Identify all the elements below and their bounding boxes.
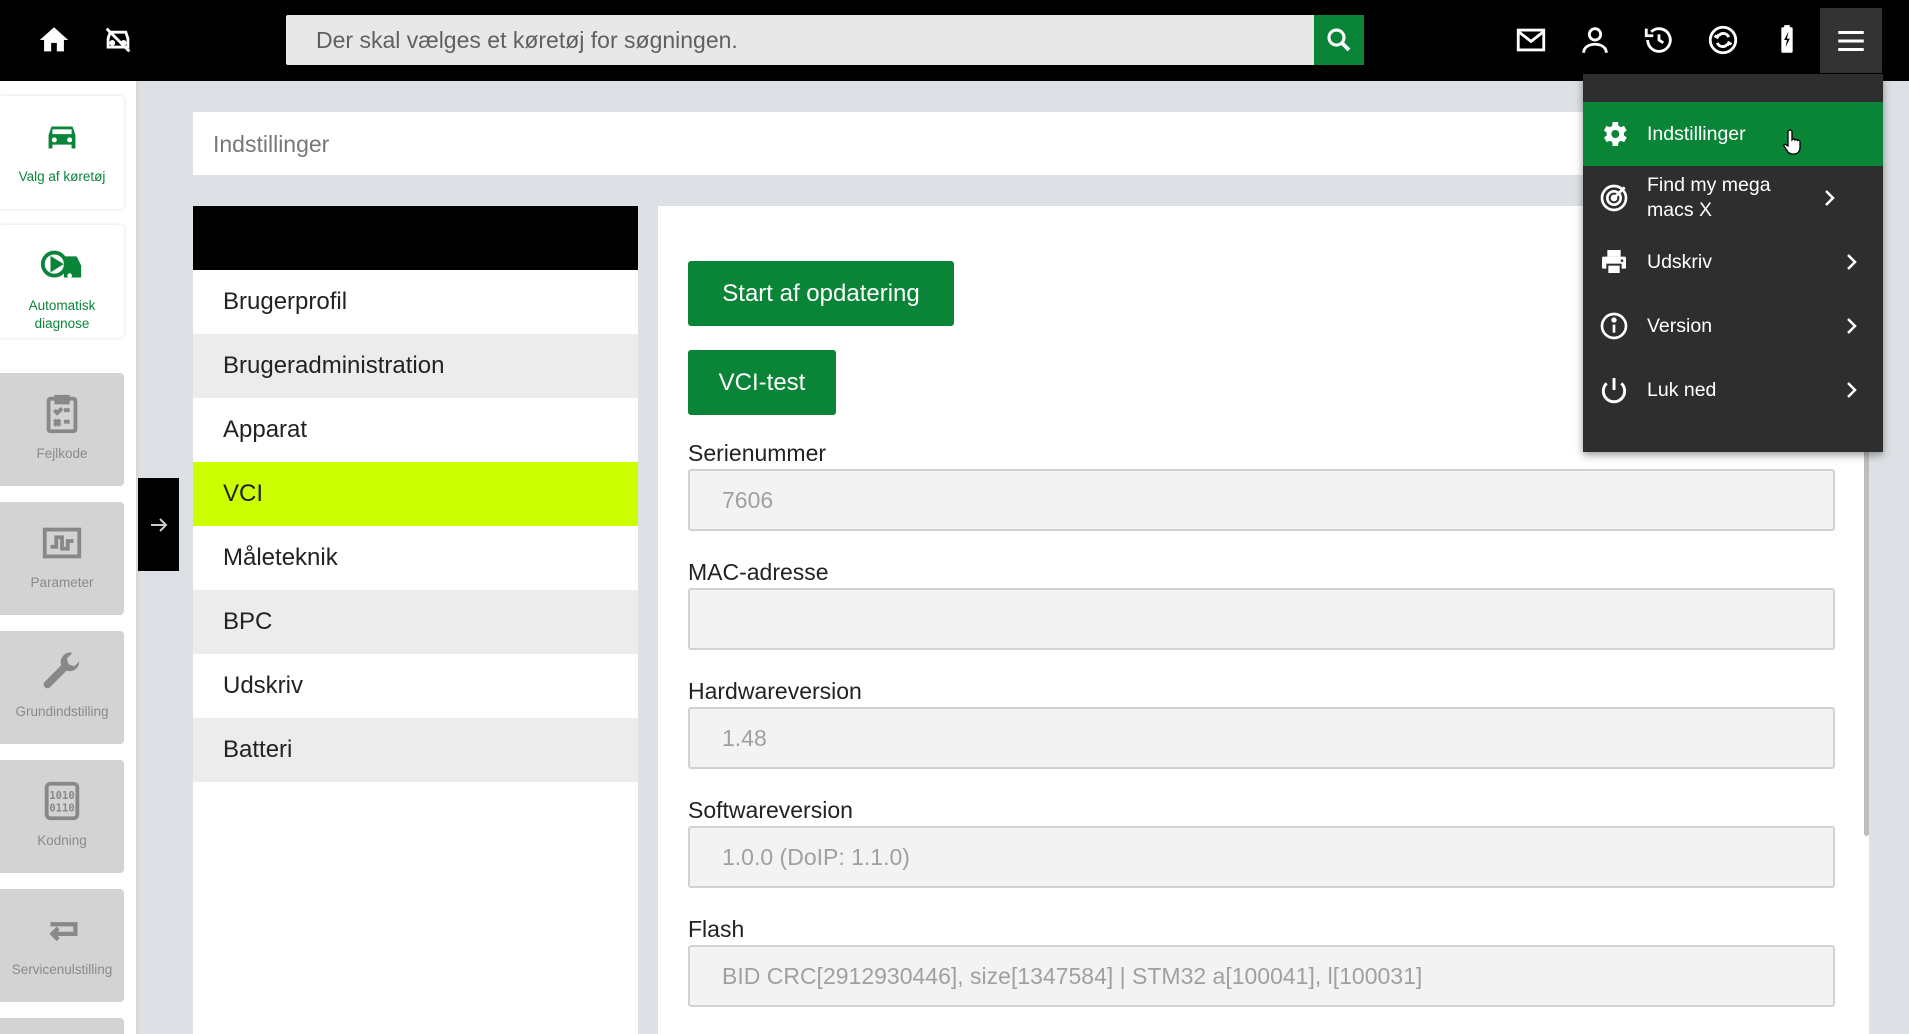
hamburger-menu-button[interactable] <box>1820 8 1882 73</box>
mac-address-field[interactable] <box>688 588 1835 650</box>
software-version-label: Softwareversion <box>688 797 853 823</box>
settings-item-apparat[interactable]: Apparat <box>193 398 638 462</box>
car-icon <box>48 126 76 149</box>
serial-number-field[interactable] <box>688 469 1835 531</box>
flash-field[interactable] <box>688 945 1835 1007</box>
nav-label: Valg af køretøj <box>18 169 106 184</box>
menu-item-label: Version <box>1647 314 1713 337</box>
arrow-right-icon <box>150 517 167 532</box>
software-version-input[interactable] <box>690 828 1833 886</box>
mac-address-label: MAC-adresse <box>688 559 829 585</box>
software-version-field[interactable] <box>688 826 1835 888</box>
menu-item-label: Indstillinger <box>1647 122 1746 145</box>
hardware-version-input[interactable] <box>690 709 1833 767</box>
hand-cursor-icon <box>1783 129 1801 155</box>
flash-label: Flash <box>688 916 745 942</box>
nav-service-reset[interactable]: Servicenulstilling <box>0 889 124 1002</box>
vci-test-button[interactable]: VCI-test <box>688 350 836 415</box>
serial-number-input[interactable] <box>690 471 1833 529</box>
menu-item-label: Find my mega macs X <box>1647 174 1771 221</box>
search-button[interactable] <box>1314 15 1364 65</box>
menu-item-shutdown[interactable]: Luk ned <box>1583 358 1883 422</box>
nav-label: Parameter <box>30 575 94 590</box>
svg-text:1010: 1010 <box>49 790 74 802</box>
nav-coding[interactable]: 1010 0110 Kodning <box>0 760 124 873</box>
home-icon[interactable] <box>28 14 80 66</box>
info-icon <box>1597 309 1631 343</box>
menu-item-label: Luk ned <box>1647 378 1717 401</box>
serial-number-label: Serienummer <box>688 440 827 466</box>
history-icon[interactable] <box>1633 14 1685 66</box>
gear-icon <box>1597 117 1631 151</box>
no-vehicle-icon[interactable] <box>92 14 144 66</box>
start-update-button[interactable]: Start af opdatering <box>688 261 954 326</box>
nav-basic-setting[interactable]: Grundindstilling <box>0 631 124 744</box>
nav-fault-code[interactable]: Fejlkode <box>0 373 124 486</box>
mail-icon[interactable] <box>1505 14 1557 66</box>
nav-auto-diagnosis[interactable]: Automatisk diagnose <box>0 225 124 338</box>
auto-diagnosis-icon <box>40 250 82 278</box>
nav-label: Automatisk diagnose <box>28 298 96 331</box>
chevron-right-icon <box>1825 190 1835 206</box>
battery-icon[interactable] <box>1761 14 1813 66</box>
power-icon <box>1597 373 1631 407</box>
user-icon[interactable] <box>1569 14 1621 66</box>
settings-item-vci[interactable]: VCI <box>193 462 638 526</box>
settings-item-udskriv[interactable]: Udskriv <box>193 654 638 718</box>
hamburger-menu-icon <box>1838 30 1864 51</box>
settings-item-brugerprofil[interactable]: Brugerprofil <box>193 270 638 334</box>
nav-label: Kodning <box>37 833 87 848</box>
left-nav: Valg af køretøj Automatisk diagnose Fejl… <box>0 81 138 1034</box>
flash-input[interactable] <box>690 947 1833 1005</box>
nav-label: Grundindstilling <box>15 704 109 719</box>
nav-parameter[interactable]: Parameter <box>0 502 124 615</box>
menu-item-print[interactable]: Udskriv <box>1583 230 1883 294</box>
service-reset-icon <box>49 922 78 942</box>
hardware-version-label: Hardwareversion <box>688 678 862 704</box>
nav-more[interactable] <box>0 1018 124 1034</box>
expand-nav-button[interactable] <box>138 478 179 571</box>
nav-vehicle-selection[interactable]: Valg af køretøj <box>0 96 124 209</box>
menu-item-settings[interactable]: Indstillinger <box>1583 102 1883 166</box>
nav-label: Fejlkode <box>36 446 88 461</box>
settings-item-batteri[interactable]: Batteri <box>193 718 638 782</box>
sync-icon[interactable] <box>1697 14 1749 66</box>
coding-icon: 10100110 <box>44 781 80 821</box>
menu-item-version[interactable]: Version <box>1583 294 1883 358</box>
main-menu-dropdown: Indstillinger Find my mega macs X Udskri… <box>1583 74 1883 452</box>
fault-code-icon <box>46 394 78 434</box>
settings-item-bpc[interactable]: BPC <box>193 590 638 654</box>
chevron-right-icon <box>1847 382 1857 398</box>
chevron-right-icon <box>1847 254 1857 270</box>
search-field[interactable] <box>286 15 1364 65</box>
mac-address-input[interactable] <box>690 590 1833 648</box>
svg-text:0110: 0110 <box>49 803 74 815</box>
chevron-right-icon <box>1847 318 1857 334</box>
parameter-icon <box>42 527 82 559</box>
settings-list: Brugerprofil Brugeradministration Appara… <box>193 206 638 1034</box>
page-title: Indstillinger <box>213 131 330 157</box>
search-input[interactable] <box>286 15 1364 65</box>
printer-icon <box>1597 245 1631 279</box>
settings-list-header <box>193 206 638 270</box>
menu-item-find-my-mega-macs[interactable]: Find my mega macs X <box>1583 166 1883 230</box>
top-bar <box>0 0 1909 81</box>
menu-item-label: Udskriv <box>1647 250 1713 273</box>
target-icon <box>1597 181 1631 215</box>
search-icon <box>1327 28 1351 52</box>
wrench-icon <box>43 652 80 689</box>
settings-item-maaleteknik[interactable]: Måleteknik <box>193 526 638 590</box>
settings-item-brugeradministration[interactable]: Brugeradministration <box>193 334 638 398</box>
nav-label: Servicenulstilling <box>11 962 113 977</box>
hardware-version-field[interactable] <box>688 707 1835 769</box>
